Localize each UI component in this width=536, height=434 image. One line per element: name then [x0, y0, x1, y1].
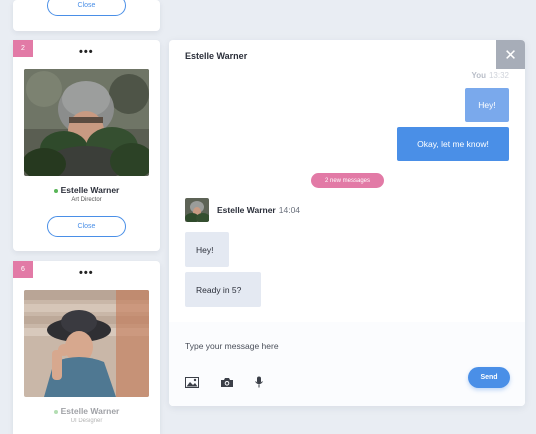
image-icon-glyph [185, 376, 199, 388]
image-icon[interactable] [184, 375, 200, 389]
sender-name: Estelle Warner [217, 205, 276, 215]
profile-card: 2 ••• Estelle Warner Art Director Close [13, 40, 160, 251]
close-icon: ✕ [504, 46, 517, 64]
person-name: Estelle Warner [13, 185, 160, 195]
profile-photo [24, 290, 149, 397]
camera-icon[interactable] [219, 375, 235, 389]
close-chat-button[interactable]: ✕ [496, 40, 525, 69]
message-time: 14:04 [278, 205, 301, 215]
close-card-button[interactable]: Close [47, 216, 126, 237]
camera-icon-glyph [221, 377, 233, 387]
profile-card-top: Close [13, 0, 160, 31]
incoming-message: Hey! [185, 232, 229, 267]
microphone-icon[interactable] [251, 375, 267, 389]
close-card-button[interactable]: Close [47, 0, 126, 16]
avatar [185, 198, 209, 222]
message-meta-outgoing: You 13:32 [471, 71, 509, 80]
count-badge: 2 [13, 40, 33, 57]
photo-woman-hat [24, 290, 149, 397]
message-composer: Send [169, 322, 525, 406]
more-menu-icon[interactable]: ••• [79, 268, 94, 279]
online-status-dot [53, 409, 58, 414]
avatar-image [185, 198, 209, 222]
microphone-icon-glyph [255, 376, 263, 388]
message-time: 13:32 [488, 71, 509, 80]
profile-photo [24, 69, 149, 176]
person-role: Art Director [71, 197, 102, 203]
person-name: Estelle Warner [13, 406, 160, 416]
send-button[interactable]: Send [468, 367, 510, 388]
message-input[interactable] [185, 339, 465, 353]
profile-card: 6 ••• Estelle Warner UI Designer [13, 261, 160, 434]
more-menu-icon[interactable]: ••• [79, 47, 94, 58]
message-meta-incoming: Estelle Warner 14:04 [185, 198, 300, 222]
outgoing-message: Okay, let me know! [397, 127, 509, 161]
online-status-dot [53, 188, 58, 193]
incoming-message: Ready in 5? [185, 272, 261, 307]
new-messages-badge[interactable]: 2 new messages [311, 173, 384, 188]
chat-title: Estelle Warner [185, 51, 248, 61]
photo-woman-beanie [24, 69, 149, 176]
outgoing-message: Hey! [465, 88, 509, 122]
count-badge: 6 [13, 261, 33, 278]
person-role: UI Designer [70, 418, 103, 424]
chat-panel: Estelle Warner ✕ You 13:32 Hey! Okay, let… [169, 40, 525, 406]
